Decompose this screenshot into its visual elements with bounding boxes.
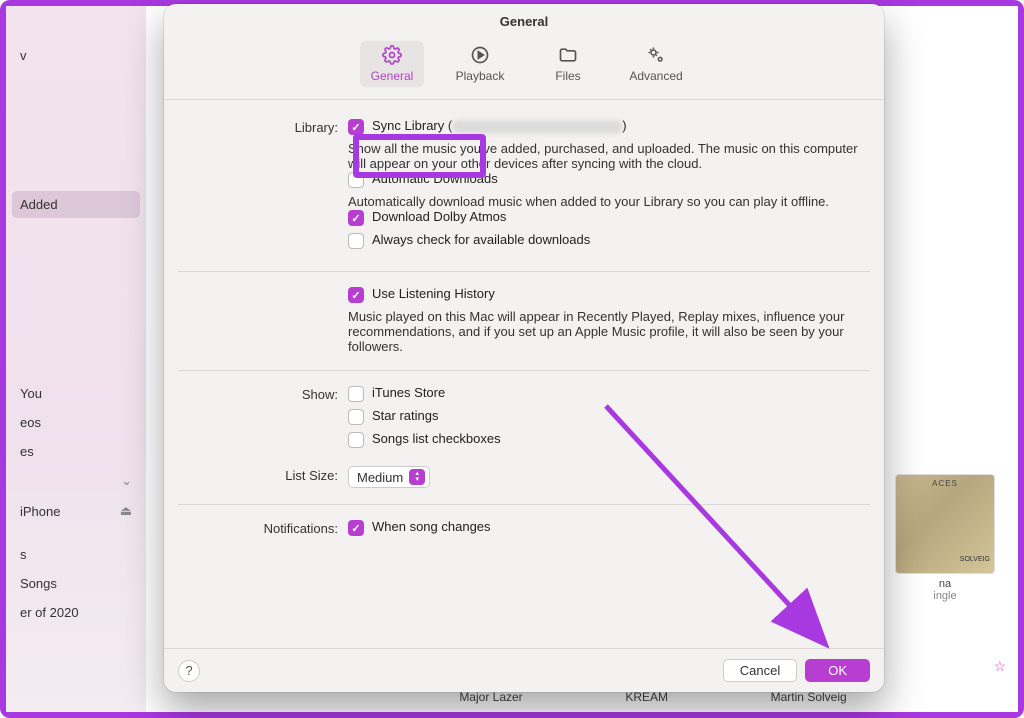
checkbox-dolby-atmos[interactable] [348,210,364,226]
sidebar-item[interactable]: Songs [12,570,140,597]
option-check-downloads[interactable]: Always check for available downloads [348,232,870,249]
stepper-icon [409,469,425,485]
option-label: Use Listening History [372,286,495,301]
option-label: Star ratings [372,408,438,423]
sidebar-item-added[interactable]: Added [12,191,140,218]
artist-name[interactable]: KREAM [625,690,668,704]
play-icon [470,45,490,65]
tab-files[interactable]: Files [536,41,600,87]
tab-advanced[interactable]: Advanced [624,41,688,87]
section-show: Show: iTunes Store Star ratings Songs li… [178,370,870,464]
sidebar-item[interactable] [12,14,140,26]
album-title: na [890,578,1000,590]
tab-general[interactable]: General [360,41,424,87]
tab-label: Playback [456,69,505,83]
section-label: Show: [178,385,348,402]
artist-row: Major Lazer KREAM Martin Solveig [148,690,1018,704]
section-history: Use Listening History Music played on th… [178,271,870,364]
chevron-down-icon[interactable]: ⌄ [121,473,132,489]
option-automatic-downloads[interactable]: Automatic Downloads [348,171,870,188]
sidebar-item[interactable]: ⌄ [12,467,140,495]
dialog-footer: ? Cancel OK [164,648,884,692]
option-listening-history[interactable]: Use Listening History [348,286,870,303]
option-label: Automatic Downloads [372,171,498,186]
background-sidebar: v Added You eos es ⌄ iPhone ⏏ s Songs er… [6,6,146,712]
tab-playback[interactable]: Playback [448,41,512,87]
preferences-dialog: General General Playback Files Advanced [164,4,884,692]
section-list-size: List Size: Medium [178,464,870,498]
gear-icon [382,45,402,65]
sidebar-item[interactable]: er of 2020 [12,599,140,626]
checkbox-automatic-downloads[interactable] [348,172,364,188]
artist-name[interactable]: Major Lazer [459,690,522,704]
tab-label: Advanced [629,69,682,83]
option-song-changes[interactable]: When song changes [348,519,870,536]
album-subtitle: ingle [890,590,1000,602]
folder-icon [558,45,578,65]
album-card[interactable]: ACES SOLVEIG na ingle [890,474,1000,602]
star-icon[interactable]: ☆ [993,658,1006,675]
section-label: Library: [178,118,348,135]
sidebar-item[interactable]: v [12,42,140,69]
redacted-account [452,120,622,134]
option-songs-checkboxes[interactable]: Songs list checkboxes [348,431,870,448]
section-library: Library: Sync Library () Show all the mu… [178,108,870,265]
option-dolby-atmos[interactable]: Download Dolby Atmos [348,209,870,226]
dialog-title: General [164,4,884,35]
checkbox-song-changes[interactable] [348,520,364,536]
sidebar-item-iphone[interactable]: iPhone ⏏ [12,497,140,525]
option-star-ratings[interactable]: Star ratings [348,408,870,425]
checkbox-star-ratings[interactable] [348,409,364,425]
sidebar-item[interactable]: eos [12,409,140,436]
tab-label: Files [555,69,580,83]
ok-button[interactable]: OK [805,659,870,682]
album-footer-text: SOLVEIG [896,556,994,563]
checkbox-check-downloads[interactable] [348,233,364,249]
section-notifications: Notifications: When song changes [178,504,870,552]
gears-icon [646,45,666,65]
option-description: Show all the music you've added, purchas… [348,141,870,171]
checkbox-songs-list[interactable] [348,432,364,448]
section-label: List Size: [178,466,348,483]
cancel-button[interactable]: Cancel [723,659,797,682]
option-label: Songs list checkboxes [372,431,501,446]
option-sync-library[interactable]: Sync Library () [348,118,870,135]
sidebar-item[interactable]: s [12,541,140,568]
dialog-content: Library: Sync Library () Show all the mu… [164,100,884,648]
checkbox-listening-history[interactable] [348,287,364,303]
tab-label: General [371,69,414,83]
help-button[interactable]: ? [178,660,200,682]
option-label: When song changes [372,519,491,534]
option-itunes-store[interactable]: iTunes Store [348,385,870,402]
sidebar-item[interactable]: You [12,380,140,407]
preferences-toolbar: General Playback Files Advanced [164,35,884,100]
artist-name[interactable]: Martin Solveig [771,690,847,704]
option-label: Always check for available downloads [372,232,590,247]
option-label: Sync Library [372,118,444,133]
checkbox-sync-library[interactable] [348,119,364,135]
section-label: Notifications: [178,519,348,536]
checkbox-itunes-store[interactable] [348,386,364,402]
option-label: Download Dolby Atmos [372,209,506,224]
sidebar-item[interactable]: es [12,438,140,465]
option-description: Automatically download music when added … [348,194,870,209]
list-size-select[interactable]: Medium [348,466,430,488]
album-art: ACES SOLVEIG [895,474,995,574]
album-header-text: ACES [896,479,994,488]
option-label: iTunes Store [372,385,445,400]
option-description: Music played on this Mac will appear in … [348,309,870,354]
select-value: Medium [357,470,403,485]
eject-icon[interactable]: ⏏ [120,503,132,519]
